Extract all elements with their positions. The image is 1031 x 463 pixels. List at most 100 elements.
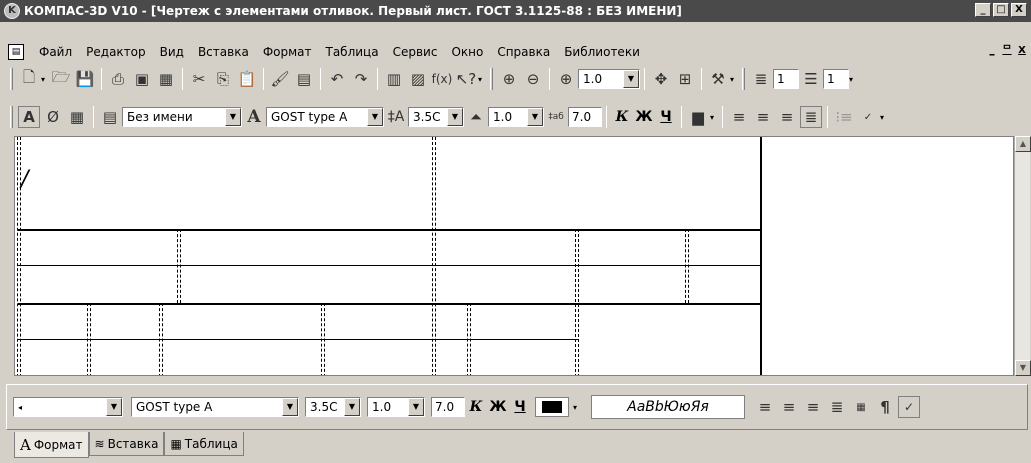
chevron-down-icon[interactable]: ▼ [282, 398, 298, 416]
panel-color-picker[interactable] [535, 397, 569, 417]
library-manager-icon[interactable]: ▨ [407, 68, 429, 90]
menu-window[interactable]: Окно [444, 45, 490, 59]
font-size-combo[interactable]: 3.5C ▼ [408, 107, 464, 127]
document-manager-icon[interactable]: ▤ [293, 68, 315, 90]
new-document-icon[interactable]: 🗋 [18, 68, 40, 90]
chevron-down-icon[interactable]: ▼ [527, 108, 543, 126]
spellcheck-dropdown-icon[interactable]: ▾ [880, 113, 888, 122]
spellcheck-icon[interactable]: ✓ [857, 106, 879, 128]
align-center-icon[interactable]: ≡ [752, 106, 774, 128]
numbered-list-icon[interactable]: ⁝≡ [833, 106, 855, 128]
undo-icon[interactable]: ↶ [326, 68, 348, 90]
menu-editor[interactable]: Редактор [79, 45, 152, 59]
italic-button[interactable]: К [611, 106, 633, 128]
chevron-down-icon[interactable]: ▼ [344, 398, 360, 416]
zoom-out-icon[interactable]: ⊖ [522, 68, 544, 90]
kompas-app-icon[interactable]: K [4, 3, 20, 19]
style-combo[interactable]: Без имени ▼ [122, 107, 242, 127]
menu-insert[interactable]: Вставка [191, 45, 256, 59]
align-left-icon[interactable]: ≡ [728, 106, 750, 128]
scroll-up-icon[interactable]: ▲ [1015, 136, 1031, 152]
panel-spellcheck-icon[interactable]: ✓ [898, 396, 920, 418]
menu-format[interactable]: Формат [256, 45, 319, 59]
panel-step-field[interactable]: 7.0 [431, 397, 465, 417]
text-color-dropdown-icon[interactable]: ▾ [710, 113, 718, 122]
panel-narrowing-combo[interactable]: 1.0 ▼ [367, 397, 425, 417]
show-all-icon[interactable]: ⊞ [674, 68, 696, 90]
panel-insert-special-icon[interactable]: ▦ [850, 396, 872, 418]
chevron-down-icon[interactable]: ▼ [225, 108, 241, 126]
chevron-down-icon[interactable]: ▼ [447, 108, 463, 126]
function-icon[interactable]: f(x) [431, 68, 453, 90]
toolbar-grip[interactable] [10, 106, 13, 128]
print-preview-icon[interactable]: ▣ [131, 68, 153, 90]
vertical-scrollbar[interactable]: ▲ ▼ [1014, 136, 1031, 376]
underline-button[interactable]: Ч [655, 106, 677, 128]
document-icon[interactable]: ▤ [8, 44, 24, 60]
align-justify-icon[interactable]: ≣ [800, 106, 822, 128]
help-dropdown-icon[interactable]: ▾ [478, 75, 486, 84]
zoom-scale-icon[interactable]: ⊕ [555, 68, 577, 90]
line-spacing-combo[interactable]: 1.0 ▼ [488, 107, 544, 127]
tool-icon[interactable]: ⚒ [707, 68, 729, 90]
mdi-minimize-button[interactable]: _ [985, 44, 999, 58]
minimize-button[interactable]: _ [975, 3, 991, 17]
menu-table[interactable]: Таблица [319, 45, 386, 59]
redo-icon[interactable]: ↷ [350, 68, 372, 90]
save-icon[interactable]: 💾 [74, 68, 96, 90]
panel-font-combo[interactable]: GOST type A ▼ [131, 397, 299, 417]
paragraph-mark-icon[interactable]: ¶ [874, 396, 896, 418]
tab-table[interactable]: ▦ Таблица [164, 432, 244, 456]
drawing-canvas[interactable]: / [14, 136, 1014, 376]
panel-align-left-icon[interactable]: ≡ [754, 396, 776, 418]
cut-icon[interactable]: ✂ [188, 68, 210, 90]
line-spacing-icon[interactable]: ☰ [800, 68, 822, 90]
pan-icon[interactable]: ✥ [650, 68, 672, 90]
scroll-down-icon[interactable]: ▼ [1015, 360, 1031, 376]
mdi-close-button[interactable]: X [1015, 44, 1029, 58]
text-style-alt-icon[interactable]: Ø [42, 106, 64, 128]
char-step-field[interactable]: 7.0 [568, 107, 602, 127]
menu-file[interactable]: Файл [32, 45, 79, 59]
panel-collapse-icon[interactable]: ◂ [18, 403, 22, 412]
bold-button[interactable]: Ж [633, 106, 655, 128]
format-brush-icon[interactable]: 🖌 [269, 68, 291, 90]
menu-help[interactable]: Справка [490, 45, 557, 59]
panel-align-right-icon[interactable]: ≡ [802, 396, 824, 418]
panel-font-size-combo[interactable]: 3.5C ▼ [305, 397, 361, 417]
menu-libraries[interactable]: Библиотеки [557, 45, 647, 59]
spacing-dropdown-icon[interactable]: ▾ [849, 75, 857, 84]
menu-view[interactable]: Вид [153, 45, 191, 59]
table-style-icon[interactable]: ▦ [66, 106, 88, 128]
open-folder-icon[interactable]: 🗁 [50, 68, 72, 90]
spacing-field[interactable]: 1 [823, 69, 849, 89]
mdi-restore-button[interactable]: ᄆ [1000, 44, 1014, 58]
chevron-down-icon[interactable]: ▼ [367, 108, 383, 126]
close-button[interactable]: X [1011, 3, 1027, 17]
panel-underline-button[interactable]: Ч [509, 396, 531, 418]
zoom-in-icon[interactable]: ⊕ [498, 68, 520, 90]
new-document-dropdown-icon[interactable]: ▾ [41, 75, 49, 84]
chevron-down-icon[interactable]: ▼ [106, 398, 122, 416]
toolbar-grip[interactable] [10, 68, 13, 90]
panel-align-justify-icon[interactable]: ≣ [826, 396, 848, 418]
tab-insert[interactable]: ≋ Вставка [88, 432, 165, 456]
chevron-down-icon[interactable]: ▼ [623, 70, 639, 88]
properties-icon[interactable]: ▦ [155, 68, 177, 90]
maximize-button[interactable]: □ [993, 3, 1009, 17]
menu-service[interactable]: Сервис [386, 45, 445, 59]
paste-icon[interactable]: 📋 [236, 68, 258, 90]
text-color-icon[interactable]: ▆ [687, 106, 709, 128]
color-dropdown-icon[interactable]: ▾ [573, 403, 581, 412]
indent-field[interactable]: 1 [773, 69, 799, 89]
font-combo[interactable]: GOST type A ▼ [266, 107, 384, 127]
align-right-icon[interactable]: ≡ [776, 106, 798, 128]
help-pointer-icon[interactable]: ↖? [455, 68, 477, 90]
tab-format[interactable]: A Формат [14, 432, 89, 458]
list-indent-icon[interactable]: ≣ [750, 68, 772, 90]
zoom-combo[interactable]: 1.0 ▼ [578, 69, 640, 89]
tool-dropdown-icon[interactable]: ▾ [730, 75, 738, 84]
print-icon[interactable]: ⎙ [107, 68, 129, 90]
chevron-down-icon[interactable]: ▼ [408, 398, 424, 416]
panel-align-center-icon[interactable]: ≡ [778, 396, 800, 418]
